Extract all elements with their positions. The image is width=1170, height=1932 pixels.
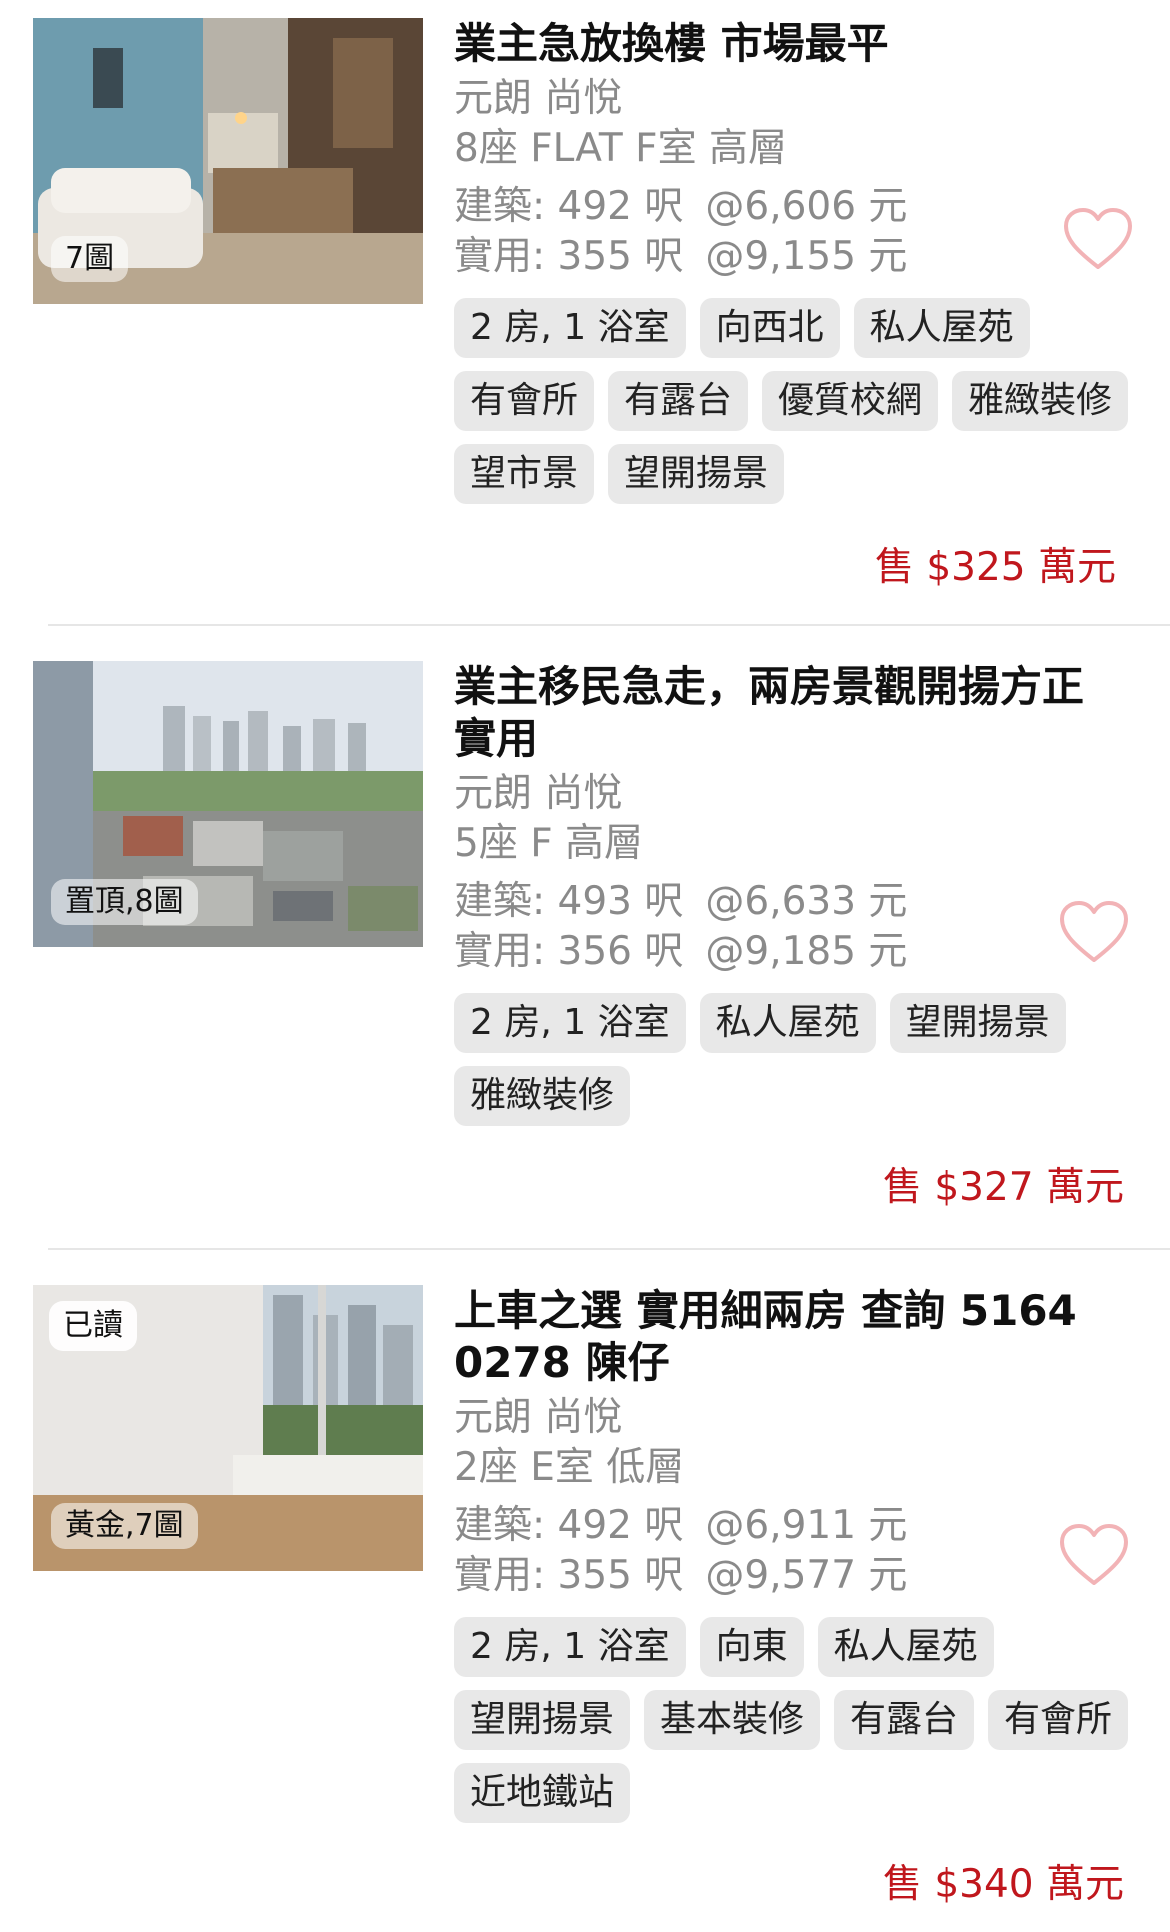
feature-tag: 雅緻裝修 bbox=[952, 371, 1129, 431]
favorite-button[interactable] bbox=[1058, 1522, 1130, 1588]
feature-tag: 望開揚景 bbox=[889, 993, 1066, 1053]
feature-tag: 向西北 bbox=[699, 298, 840, 358]
feature-tag: 2 房, 1 浴室 bbox=[454, 993, 686, 1053]
favorite-button[interactable] bbox=[1062, 206, 1134, 272]
feature-tag: 向東 bbox=[699, 1617, 804, 1677]
feature-tags: 2 房, 1 浴室 向東 私人屋苑 望開揚景 基本裝修 有露台 有會所 近地鐵站 bbox=[454, 1617, 1134, 1823]
feature-tag: 有會所 bbox=[988, 1690, 1129, 1750]
listing-card[interactable]: 已讀 黃金,7圖 上車之選 實用細兩房 查詢 5164 0278 陳仔 元朗 尚… bbox=[33, 1248, 1170, 1928]
listing-title[interactable]: 上車之選 實用細兩房 查詢 5164 0278 陳仔 bbox=[454, 1285, 1114, 1389]
saleable-area-line: 實用: 355 呎 @9,577 元 bbox=[454, 1551, 1114, 1601]
gross-area: 建築: 492 呎 bbox=[454, 184, 684, 229]
saleable-area: 實用: 356 呎 bbox=[454, 929, 684, 974]
gross-price-per-sqft: @6,606 元 bbox=[705, 184, 908, 229]
gross-price-per-sqft: @6,633 元 bbox=[705, 879, 908, 924]
feature-tag: 2 房, 1 浴室 bbox=[454, 1617, 686, 1677]
feature-tag: 私人屋苑 bbox=[699, 993, 876, 1053]
feature-tag: 基本裝修 bbox=[644, 1690, 821, 1750]
heart-outline-icon bbox=[1060, 901, 1128, 962]
saleable-area: 實用: 355 呎 bbox=[454, 1553, 684, 1598]
feature-tag: 近地鐵站 bbox=[454, 1763, 631, 1823]
feature-tags: 2 房, 1 浴室 私人屋苑 望開揚景 雅緻裝修 bbox=[454, 993, 1134, 1126]
feature-tags: 2 房, 1 浴室 向西北 私人屋苑 有會所 有露台 優質校網 雅緻裝修 望市景… bbox=[454, 298, 1134, 504]
favorite-button[interactable] bbox=[1058, 899, 1130, 965]
feature-tag: 有會所 bbox=[454, 371, 595, 431]
unit-info: 2座 E室 低層 bbox=[454, 1445, 685, 1490]
gross-price-per-sqft: @6,911 元 bbox=[705, 1503, 908, 1548]
listing-photo[interactable]: 7圖 bbox=[33, 18, 423, 304]
gross-area-line: 建築: 492 呎 @6,606 元 bbox=[454, 182, 1114, 232]
listing-card[interactable]: 7圖 業主急放換樓 市場最平 元朗 尚悅 8座 FLAT F室 高層 建築: 4… bbox=[0, 0, 1170, 624]
listing-info: 業主移民急走，兩房景觀開揚方正實用 元朗 尚悅 5座 F 高層 建築: 493 … bbox=[454, 661, 1114, 1126]
saleable-area-line: 實用: 356 呎 @9,185 元 bbox=[454, 927, 1114, 977]
listing-photo[interactable]: 已讀 黃金,7圖 bbox=[33, 1285, 423, 1571]
saleable-price-per-sqft: @9,185 元 bbox=[705, 929, 908, 974]
unit-info: 5座 F 高層 bbox=[454, 821, 644, 866]
feature-tag: 有露台 bbox=[834, 1690, 975, 1750]
listing-info: 上車之選 實用細兩房 查詢 5164 0278 陳仔 元朗 尚悅 2座 E室 低… bbox=[454, 1285, 1129, 1823]
sale-price: 售 $340 萬元 bbox=[882, 1862, 1124, 1907]
feature-tag: 2 房, 1 浴室 bbox=[454, 298, 686, 358]
feature-tag: 優質校網 bbox=[762, 371, 939, 431]
feature-tag: 望開揚景 bbox=[608, 444, 785, 504]
estate-name: 元朗 尚悅 bbox=[454, 1395, 623, 1440]
feature-tag: 私人屋苑 bbox=[853, 298, 1030, 358]
saleable-price-per-sqft: @9,155 元 bbox=[705, 234, 908, 279]
read-badge: 已讀 bbox=[49, 1301, 137, 1351]
feature-tag: 望市景 bbox=[454, 444, 595, 504]
feature-tag: 有露台 bbox=[608, 371, 749, 431]
listing-info: 業主急放換樓 市場最平 元朗 尚悅 8座 FLAT F室 高層 建築: 492 … bbox=[454, 18, 1129, 504]
listing-card[interactable]: 置頂,8圖 業主移民急走，兩房景觀開揚方正實用 元朗 尚悅 5座 F 高層 建築… bbox=[33, 624, 1170, 1248]
feature-tag: 望開揚景 bbox=[454, 1690, 631, 1750]
photo-count-badge: 黃金,7圖 bbox=[51, 1503, 198, 1549]
photo-count-badge: 置頂,8圖 bbox=[51, 879, 198, 925]
estate-name: 元朗 尚悅 bbox=[454, 771, 623, 816]
sale-price: 售 $325 萬元 bbox=[874, 545, 1116, 590]
gross-area: 建築: 493 呎 bbox=[454, 879, 684, 924]
unit-info: 8座 FLAT F室 高層 bbox=[454, 126, 787, 171]
feature-tag: 雅緻裝修 bbox=[454, 1066, 631, 1126]
listing-title[interactable]: 業主移民急走，兩房景觀開揚方正實用 bbox=[454, 661, 1114, 765]
listing-photo[interactable]: 置頂,8圖 bbox=[33, 661, 423, 947]
listing-title[interactable]: 業主急放換樓 市場最平 bbox=[454, 18, 1114, 70]
heart-outline-icon bbox=[1064, 208, 1132, 269]
feature-tag: 私人屋苑 bbox=[817, 1617, 994, 1677]
gross-area: 建築: 492 呎 bbox=[454, 1503, 684, 1548]
heart-outline-icon bbox=[1060, 1524, 1128, 1585]
photo-count-badge: 7圖 bbox=[51, 236, 129, 282]
saleable-price-per-sqft: @9,577 元 bbox=[705, 1553, 908, 1598]
gross-area-line: 建築: 493 呎 @6,633 元 bbox=[454, 877, 1114, 927]
saleable-area-line: 實用: 355 呎 @9,155 元 bbox=[454, 232, 1114, 282]
gross-area-line: 建築: 492 呎 @6,911 元 bbox=[454, 1501, 1114, 1551]
saleable-area: 實用: 355 呎 bbox=[454, 234, 684, 279]
estate-name: 元朗 尚悅 bbox=[454, 76, 623, 121]
sale-price: 售 $327 萬元 bbox=[882, 1165, 1124, 1210]
